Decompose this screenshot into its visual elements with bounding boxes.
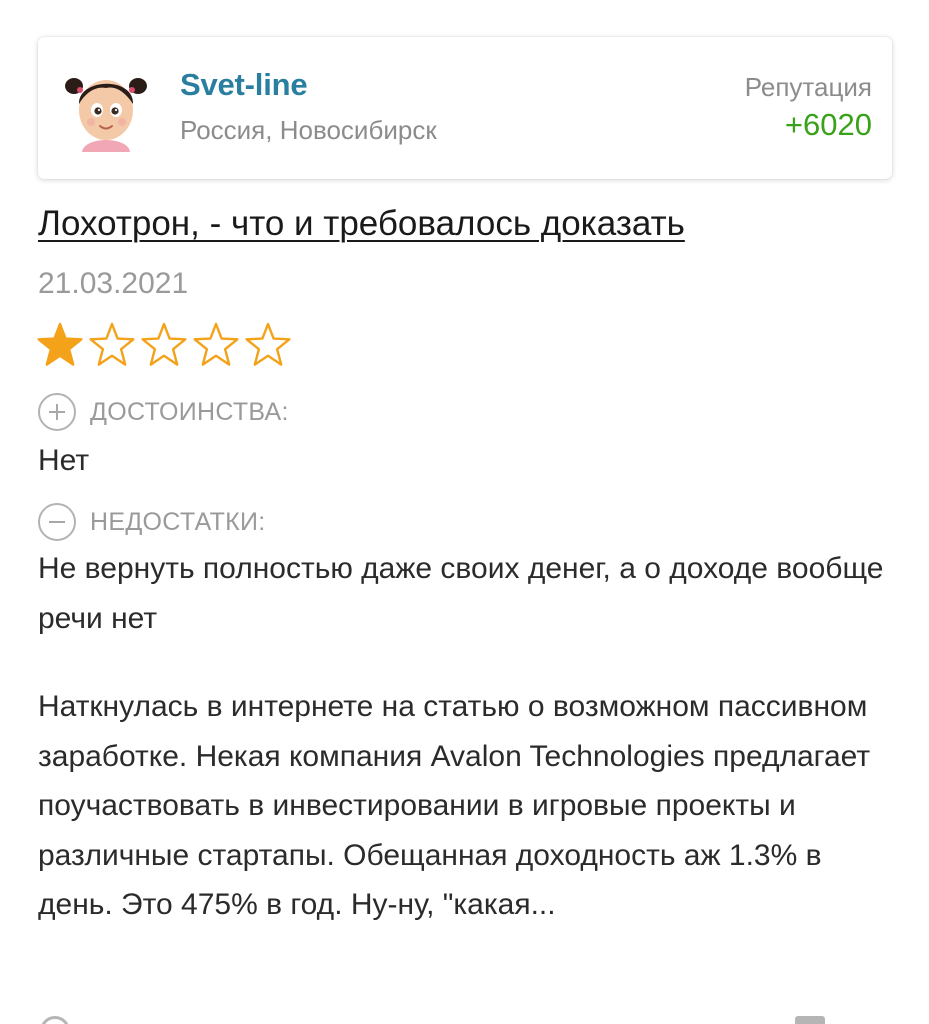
review-date: 21.03.2021 xyxy=(38,267,189,300)
reputation-value: +6020 xyxy=(784,107,872,142)
star-empty-icon xyxy=(245,322,291,366)
review-footer xyxy=(0,1010,929,1024)
author-location: Россия, Новосибирск xyxy=(180,115,437,145)
pros-header: ДОСТОИНСТВА: xyxy=(38,393,289,431)
cons-text: Не вернуть полностью даже своих денег, а… xyxy=(38,552,884,635)
avatar[interactable] xyxy=(64,64,148,152)
author-card[interactable]: Svet-line Россия, Новосибирск Репутация … xyxy=(38,37,892,179)
comment-icon[interactable] xyxy=(40,1016,70,1024)
pros-label: ДОСТОИНСТВА: xyxy=(90,397,289,426)
star-empty-icon xyxy=(89,322,135,366)
review-title-link[interactable]: Лохотрон, - что и требовалось доказать xyxy=(38,204,685,244)
author-name[interactable]: Svet-line xyxy=(180,67,308,103)
review-page: Svet-line Россия, Новосибирск Репутация … xyxy=(0,0,929,1024)
rating-stars xyxy=(36,321,292,369)
review-body-text[interactable]: Наткнулась в интернете на статью о возмо… xyxy=(38,682,893,930)
cons-label: НЕДОСТАТКИ: xyxy=(90,507,266,536)
reputation-label: Репутация xyxy=(744,72,872,102)
minus-circle-icon xyxy=(38,503,76,541)
comments-count-icon[interactable] xyxy=(795,1016,825,1024)
cons-header: НЕДОСТАТКИ: xyxy=(38,503,266,541)
star-empty-icon xyxy=(193,322,239,366)
pros-text: Нет xyxy=(38,444,90,477)
plus-circle-icon xyxy=(38,393,76,431)
star-filled-icon xyxy=(37,322,83,366)
star-empty-icon xyxy=(141,322,187,366)
